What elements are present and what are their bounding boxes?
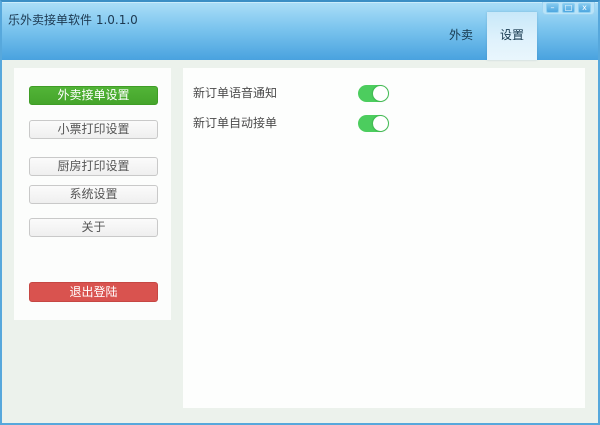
tab-settings[interactable]: 设置 — [487, 12, 537, 60]
toggle-auto-accept[interactable] — [358, 115, 389, 132]
sidebar-item-receipt-print-settings[interactable]: 小票打印设置 — [29, 120, 158, 139]
close-button[interactable]: x — [578, 3, 591, 13]
sidebar-item-takeout-order-settings[interactable]: 外卖接单设置 — [29, 86, 158, 105]
sidebar-item-system-settings[interactable]: 系统设置 — [29, 185, 158, 204]
setting-label-auto-accept: 新订单自动接单 — [193, 116, 278, 130]
tab-waimai[interactable]: 外卖 — [436, 12, 486, 60]
app-window: 乐外卖接单软件 1.0.1.0 – □ x 外卖 设置 外卖接单设置 小票打印设… — [0, 0, 600, 425]
sidebar-item-about[interactable]: 关于 — [29, 218, 158, 237]
setting-label-voice-notification: 新订单语音通知 — [193, 86, 278, 100]
toggle-knob — [372, 115, 389, 132]
sidebar: 外卖接单设置 小票打印设置 厨房打印设置 系统设置 关于 退出登陆 — [14, 68, 171, 320]
toggle-voice-notification[interactable] — [358, 85, 389, 102]
window-controls: – □ x — [542, 2, 595, 15]
window-title: 乐外卖接单软件 1.0.1.0 — [8, 13, 138, 27]
settings-panel: 新订单语音通知 新订单自动接单 — [183, 68, 585, 408]
titlebar[interactable]: 乐外卖接单软件 1.0.1.0 – □ x 外卖 设置 — [2, 2, 598, 60]
minimize-button[interactable]: – — [546, 3, 559, 13]
logout-button[interactable]: 退出登陆 — [29, 282, 158, 302]
toggle-knob — [372, 85, 389, 102]
maximize-button[interactable]: □ — [562, 3, 575, 13]
sidebar-item-kitchen-print-settings[interactable]: 厨房打印设置 — [29, 157, 158, 176]
